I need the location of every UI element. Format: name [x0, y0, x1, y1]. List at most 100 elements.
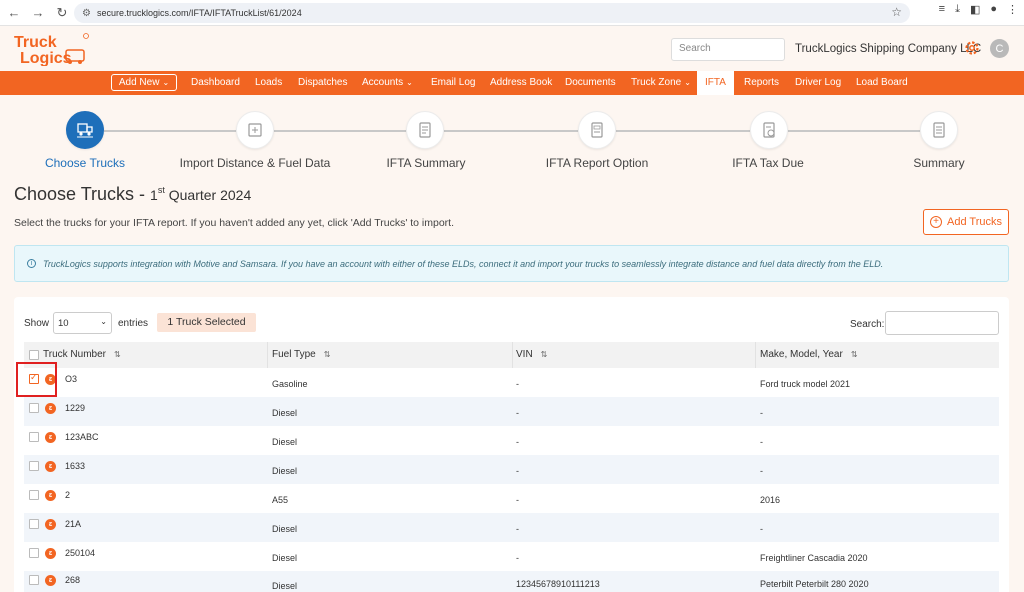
chevron-down-icon: ⌄: [162, 78, 170, 87]
plus-circle-icon: +: [929, 216, 942, 228]
step-summary-doc-icon[interactable]: [406, 111, 444, 149]
step-label-tax-due[interactable]: IFTA Tax Due: [715, 156, 821, 170]
nav-driver-log[interactable]: Driver Log: [795, 71, 841, 95]
nav-documents[interactable]: Documents: [565, 71, 616, 95]
step-label-import[interactable]: Import Distance & Fuel Data: [175, 156, 335, 170]
sort-icon[interactable]: ⇅: [114, 350, 121, 359]
step-label-summary[interactable]: Summary: [899, 156, 979, 170]
fuel-type: Diesel: [272, 437, 298, 447]
step-label-choose-trucks[interactable]: Choose Trucks: [42, 156, 128, 170]
profile-icon[interactable]: ●: [990, 3, 997, 16]
col-fuel-type[interactable]: Fuel Type ⇅: [272, 342, 330, 368]
table-row[interactable]: ε 21A Diesel - -: [24, 513, 999, 542]
eld-badge-icon: ε: [45, 548, 56, 559]
make-model-year: -: [760, 408, 763, 418]
selected-count-badge: 1 Truck Selected: [157, 313, 256, 332]
company-name[interactable]: TruckLogics Shipping Company LLC: [795, 43, 981, 55]
vin: -: [516, 437, 519, 447]
step-connector: [788, 130, 920, 132]
row-checkbox[interactable]: [29, 490, 39, 500]
sort-icon[interactable]: ⇅: [851, 350, 858, 359]
truck-number: 21A: [65, 519, 82, 529]
col-make-model-year[interactable]: Make, Model, Year ⇅: [760, 342, 858, 368]
table-search-input[interactable]: [885, 311, 999, 335]
column-divider: [267, 342, 268, 368]
make-model-year: Ford truck model 2021: [760, 379, 851, 389]
menu-kebab-icon[interactable]: ⋮: [1007, 3, 1018, 16]
nav-ifta[interactable]: IFTA: [697, 71, 734, 95]
add-trucks-button[interactable]: + Add Trucks: [923, 209, 1009, 235]
row-checkbox[interactable]: [29, 432, 39, 442]
step-final-summary-icon[interactable]: [920, 111, 958, 149]
nav-address-book[interactable]: Address Book: [490, 71, 552, 95]
avatar[interactable]: C: [990, 39, 1009, 58]
truck-number: 1633: [65, 461, 86, 471]
nav-email-log[interactable]: Email Log: [431, 71, 475, 95]
site-info-icon[interactable]: ⚙: [82, 8, 91, 19]
truck-number: 2: [65, 490, 71, 500]
table-row[interactable]: ε 2 A55 - 2016: [24, 484, 999, 513]
step-connector: [444, 130, 578, 132]
browser-toolbar: ← → ↻ ⚙ secure.trucklogics.com/IFTA/IFTA…: [0, 0, 1024, 26]
step-tax-due-icon[interactable]: [750, 111, 788, 149]
page-subtitle: Select the trucks for your IFTA report. …: [14, 217, 455, 229]
forward-icon[interactable]: →: [28, 3, 48, 23]
table-row[interactable]: ε 123ABC Diesel - -: [24, 426, 999, 455]
table-row[interactable]: ε O3 Gasoline - Ford truck model 2021: [24, 368, 999, 397]
truck-number: 250104: [65, 548, 96, 558]
address-bar[interactable]: ⚙ secure.trucklogics.com/IFTA/IFTATruckL…: [74, 3, 910, 23]
row-checkbox[interactable]: [29, 548, 39, 558]
row-checkbox[interactable]: [29, 403, 39, 413]
reload-icon[interactable]: ↻: [52, 3, 72, 23]
column-divider: [512, 342, 513, 368]
select-all-checkbox[interactable]: [29, 350, 39, 360]
gear-icon[interactable]: [963, 39, 981, 57]
step-choose-trucks-icon[interactable]: [66, 111, 104, 149]
nav-loads[interactable]: Loads: [255, 71, 282, 95]
entries-select[interactable]: 10 ⌄: [53, 312, 112, 334]
nav-dispatches[interactable]: Dispatches: [298, 71, 347, 95]
chevron-down-icon: ⌄: [684, 78, 691, 87]
download-icon[interactable]: ⤓: [955, 3, 960, 16]
fuel-type: Gasoline: [272, 379, 308, 389]
step-import-icon[interactable]: [236, 111, 274, 149]
truck-number: 123ABC: [65, 432, 99, 442]
table-row[interactable]: ε 250104 Diesel - Freightliner Cascadia …: [24, 542, 999, 571]
step-label-ifta-summary[interactable]: IFTA Summary: [370, 156, 482, 170]
row-checkbox[interactable]: [29, 575, 39, 585]
bookmark-star-icon[interactable]: ☆: [891, 5, 902, 19]
nav-reports[interactable]: Reports: [744, 71, 779, 95]
browser-actions: ≡ ⤓ ◧ ● ⋮: [939, 3, 1018, 16]
nav-load-board[interactable]: Load Board: [856, 71, 908, 95]
step-label-report-option[interactable]: IFTA Report Option: [532, 156, 662, 170]
step-report-option-icon[interactable]: [578, 111, 616, 149]
vin: -: [516, 553, 519, 563]
table-row[interactable]: ε 1633 Diesel - -: [24, 455, 999, 484]
vin: -: [516, 408, 519, 418]
back-icon[interactable]: ←: [4, 3, 24, 23]
col-vin[interactable]: VIN ⇅: [516, 342, 547, 368]
trucklogics-logo[interactable]: Truck Logics: [14, 32, 90, 66]
sort-icon[interactable]: ⇅: [324, 350, 331, 359]
ifta-stepper: Choose Trucks Import Distance & Fuel Dat…: [0, 110, 1024, 172]
row-checkbox[interactable]: [29, 519, 39, 529]
nav-dashboard[interactable]: Dashboard: [191, 71, 240, 95]
page-title: Choose Trucks - 1st Quarter 2024: [14, 184, 252, 204]
nav-truck-zone[interactable]: Truck Zone ⌄: [631, 71, 691, 95]
row-checkbox[interactable]: [29, 461, 39, 471]
sort-icon[interactable]: ⇅: [541, 350, 548, 359]
header-search-input[interactable]: Search: [671, 38, 785, 61]
svg-text:Logics: Logics: [20, 50, 72, 66]
add-new-button[interactable]: Add New ⌄: [111, 74, 177, 91]
show-label: Show: [24, 318, 50, 329]
sidepanel-icon[interactable]: ◧: [970, 3, 980, 16]
make-model-year: Freightliner Cascadia 2020: [760, 553, 868, 563]
table-row[interactable]: ε 1229 Diesel - -: [24, 397, 999, 426]
selection-highlight-box: [16, 362, 57, 397]
make-model-year: -: [760, 466, 763, 476]
vin: 12345678910111213: [516, 579, 600, 589]
step-connector: [274, 130, 406, 132]
nav-accounts[interactable]: Accounts ⌄: [362, 71, 413, 95]
playlist-icon[interactable]: ≡: [939, 3, 945, 16]
table-row[interactable]: ε 268 Diesel 12345678910111213 Peterbilt…: [24, 571, 999, 592]
